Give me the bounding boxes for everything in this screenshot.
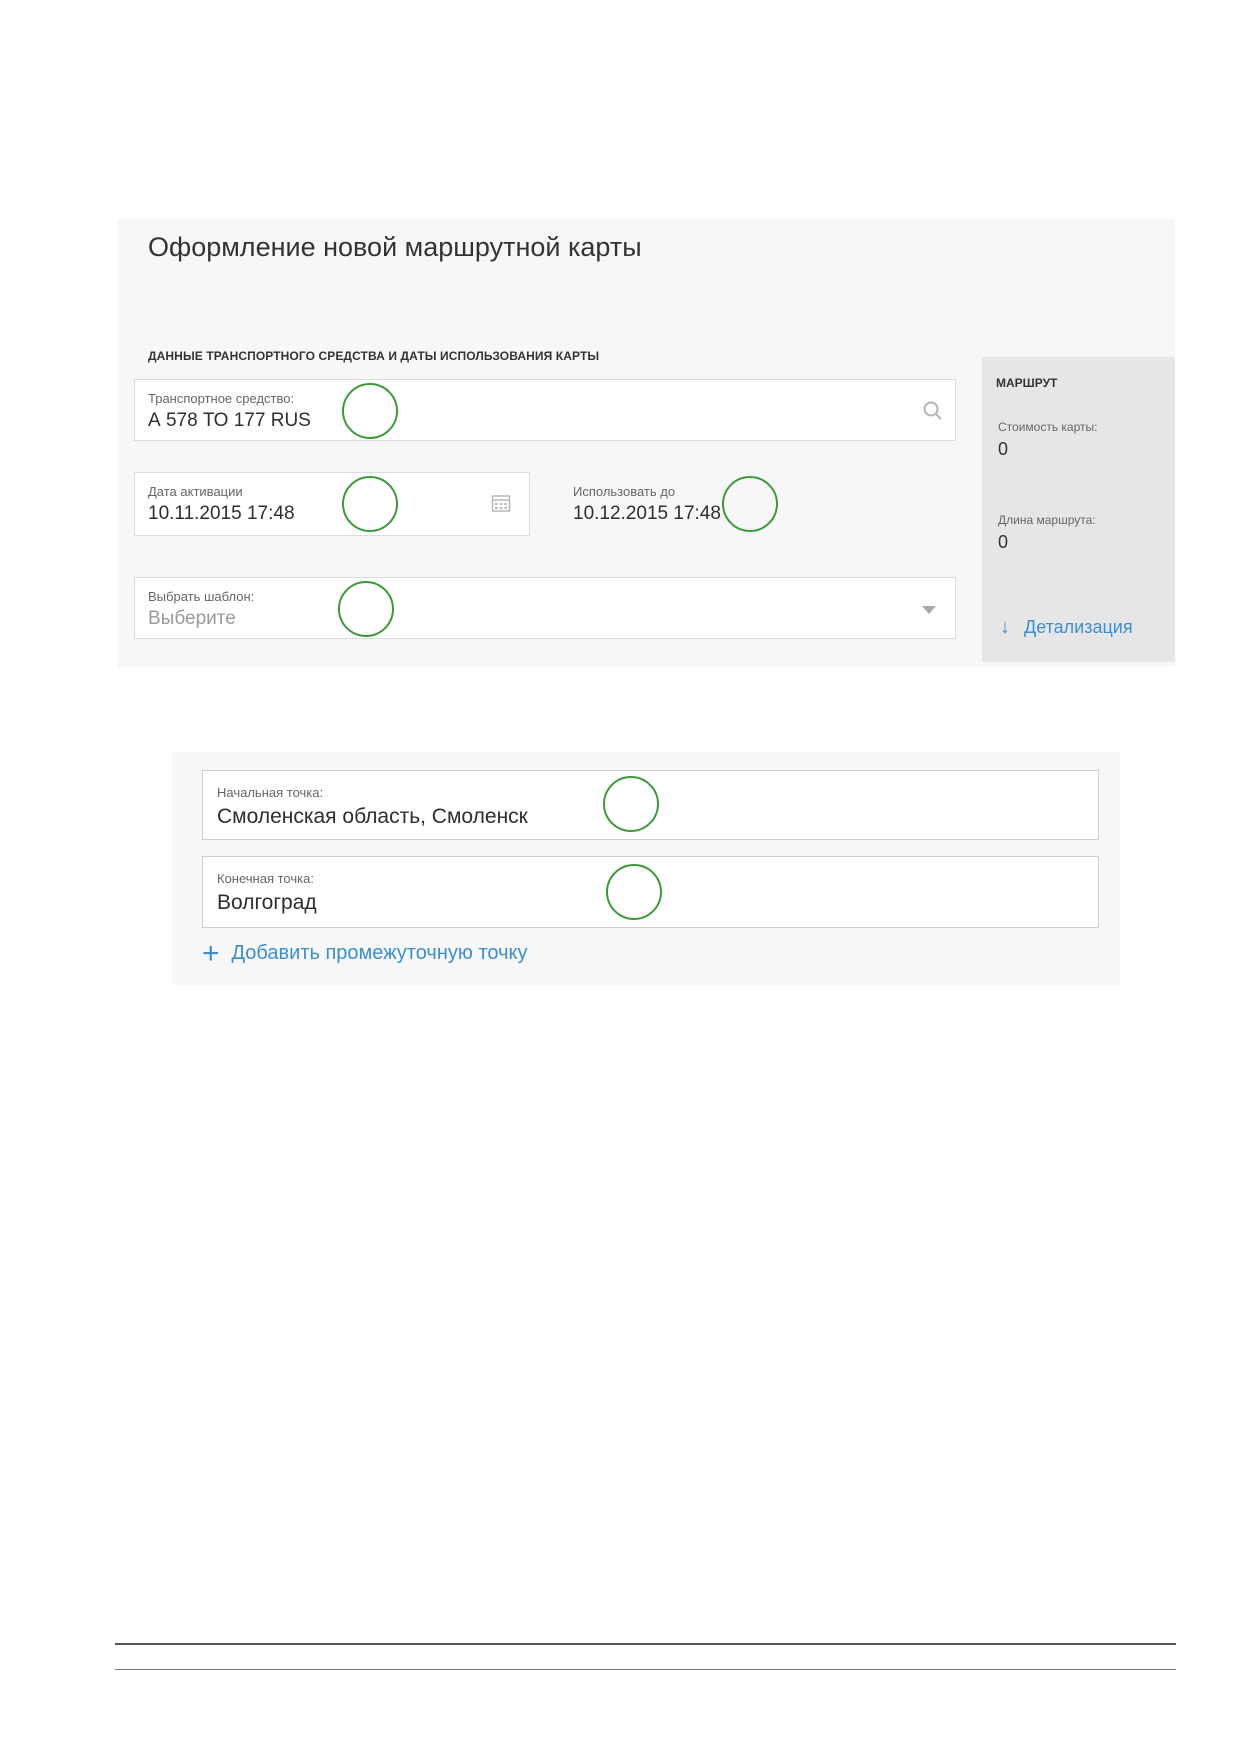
- annotation-circle: [722, 476, 778, 532]
- activation-date-value: 10.11.2015 17:48: [148, 503, 295, 524]
- annotation-circle: [603, 776, 659, 832]
- add-waypoint-label: Добавить промежуточную точку: [231, 942, 528, 964]
- arrow-down-icon: ↓: [1000, 616, 1010, 638]
- annotation-circle: [606, 864, 662, 920]
- annotation-circle: [342, 476, 398, 532]
- template-placeholder: Выберите: [148, 608, 236, 629]
- sidebar-title: МАРШРУТ: [996, 376, 1058, 390]
- start-point-value: Смоленская область, Смоленск: [217, 805, 528, 828]
- page-title: Оформление новой маршрутной карты: [148, 232, 642, 262]
- route-summary-sidebar: МАРШРУТ Стоимость карты: 0 Длина маршрут…: [982, 357, 1175, 662]
- route-card-form-panel: Оформление новой маршрутной карты ДАННЫЕ…: [118, 219, 1175, 667]
- add-waypoint-button[interactable]: + Добавить промежуточную точку: [202, 936, 528, 970]
- plus-icon: +: [202, 936, 220, 970]
- end-point-value: Волгоград: [217, 891, 317, 914]
- details-link-label: Детализация: [1024, 617, 1133, 637]
- annotation-circle: [338, 581, 394, 637]
- use-until-value: 10.12.2015 17:48: [573, 503, 721, 524]
- calendar-icon[interactable]: [491, 493, 511, 513]
- activation-date-field[interactable]: Дата активации 10.11.2015 17:48: [134, 472, 530, 536]
- end-point-label: Конечная точка:: [217, 871, 314, 886]
- start-point-label: Начальная точка:: [217, 785, 324, 800]
- vehicle-value: А 578 ТО 177 RUS: [148, 410, 311, 431]
- dropdown-caret-icon[interactable]: [921, 603, 937, 615]
- card-cost-label: Стоимость карты:: [998, 420, 1098, 434]
- footer-divider: [115, 1669, 1176, 1670]
- activation-date-label: Дата активации: [148, 484, 243, 499]
- card-cost-value: 0: [998, 439, 1009, 459]
- section-title: ДАННЫЕ ТРАНСПОРТНОГО СРЕДСТВА И ДАТЫ ИСП…: [148, 349, 600, 363]
- template-label: Выбрать шаблон:: [148, 589, 255, 604]
- use-until-label: Использовать до: [573, 484, 676, 499]
- details-link[interactable]: ↓ Детализация: [1000, 616, 1133, 639]
- vehicle-field[interactable]: Транспортное средство: А 578 ТО 177 RUS: [134, 379, 956, 441]
- annotation-circle: [342, 383, 398, 439]
- footer-divider: [115, 1643, 1176, 1645]
- route-length-value: 0: [998, 532, 1009, 552]
- search-icon[interactable]: [922, 400, 944, 422]
- template-select[interactable]: Выбрать шаблон: Выберите: [134, 577, 956, 639]
- route-points-panel: Начальная точка: Смоленская область, Смо…: [172, 752, 1120, 985]
- vehicle-label: Транспортное средство:: [148, 391, 295, 406]
- route-length-label: Длина маршрута:: [998, 513, 1096, 527]
